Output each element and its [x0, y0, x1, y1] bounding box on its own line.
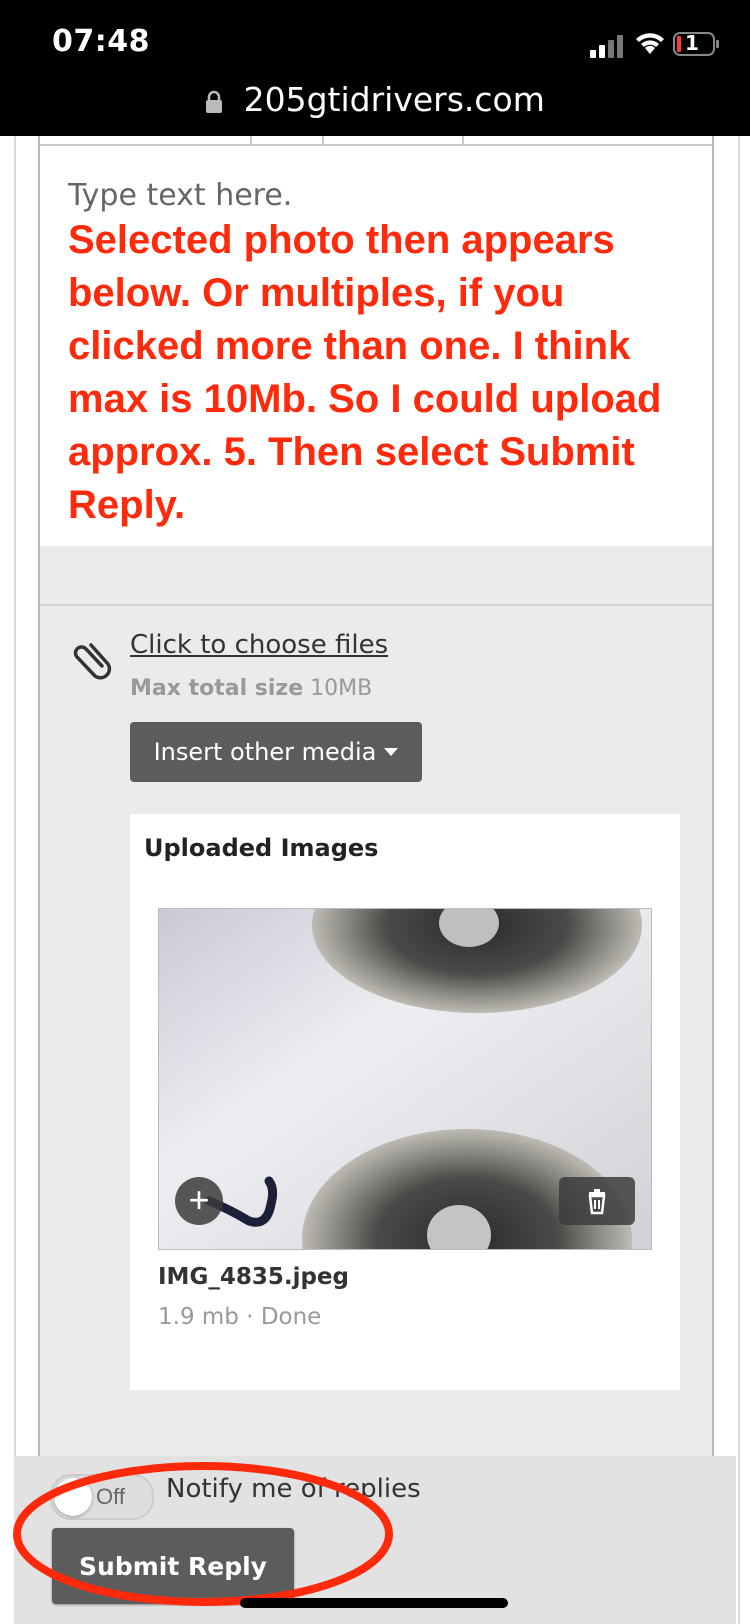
file-status: 1.9 mb · Done [158, 1304, 322, 1330]
file-name: IMG_4835.jpeg [158, 1264, 349, 1290]
max-size-value: 10MB [310, 676, 373, 701]
choose-files-link[interactable]: Click to choose files [130, 630, 388, 660]
divider [40, 604, 712, 606]
home-indicator [240, 1598, 508, 1608]
url-text: 205gtidrivers.com [243, 80, 545, 119]
annotation-text: Selected photo then appears below. Or mu… [68, 218, 662, 527]
clock-time: 07:48 [52, 24, 150, 59]
battery-icon: 1 [673, 31, 721, 56]
submit-reply-button[interactable]: Submit Reply [52, 1528, 294, 1604]
delete-image-button[interactable] [559, 1177, 635, 1225]
paperclip-icon [73, 643, 112, 680]
wifi-icon [636, 33, 664, 54]
page: Type text here. Selected photo then appe… [0, 136, 750, 1624]
uploaded-images-title: Uploaded Images [144, 834, 379, 862]
message-editor[interactable]: Type text here. Selected photo then appe… [38, 136, 714, 1458]
editor-placeholder: Type text here. [68, 178, 293, 213]
insert-media-label: Insert other media [153, 738, 377, 766]
uploaded-image-thumbnail[interactable]: + [158, 908, 652, 1250]
trash-icon [588, 1189, 606, 1215]
notify-replies-label: Notify me of replies [166, 1474, 421, 1504]
insert-image-plus-icon[interactable]: + [175, 1177, 223, 1225]
cellular-signal-icon [590, 35, 623, 58]
insert-other-media-button[interactable]: Insert other media [130, 722, 422, 782]
lock-icon [206, 90, 223, 113]
notify-toggle[interactable]: Off [50, 1474, 154, 1520]
toggle-knob [54, 1478, 92, 1516]
toggle-state-label: Off [96, 1484, 125, 1509]
max-size-info: Max total size 10MB [130, 676, 372, 701]
status-bar: 07:48 1 205gtidrivers.com [0, 0, 750, 136]
uploaded-images-panel: Uploaded Images + IMG_4835.jpeg 1.9 mb ·… [130, 814, 680, 1390]
caret-down-icon [384, 748, 399, 756]
address-bar[interactable]: 205gtidrivers.com [0, 80, 750, 119]
editor-toolbar [40, 136, 712, 146]
battery-level: 1 [685, 31, 699, 55]
max-size-label: Max total size [130, 676, 304, 701]
